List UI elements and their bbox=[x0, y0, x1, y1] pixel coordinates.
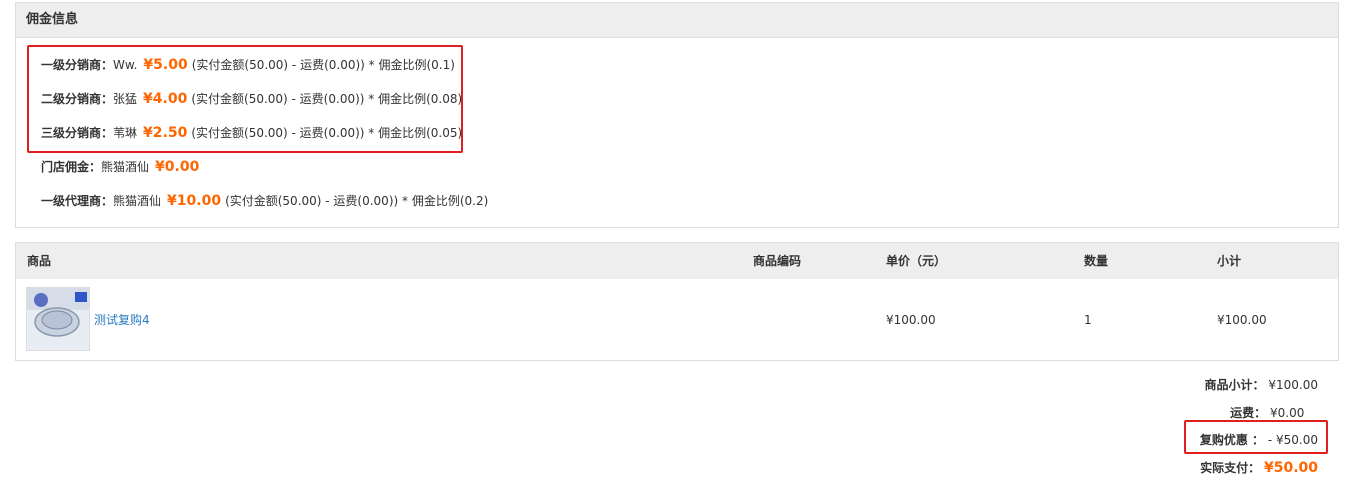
commission-row-agent: 一级代理商：熊猫酒仙 ¥10.00 (实付金额(50.00) - 运费(0.00))… bbox=[41, 191, 488, 211]
commission-label: 一级代理商： bbox=[41, 194, 114, 208]
commission-name: 熊猫酒仙 bbox=[113, 194, 162, 208]
product-image-icon bbox=[27, 288, 89, 350]
goods-table: 商品 商品编码 单价（元） 数量 小计 测试复购4 ¥100.00 1 ¥100… bbox=[15, 242, 1339, 361]
col-code: 商品编码 bbox=[753, 254, 802, 268]
distributor-highlight-box bbox=[27, 45, 463, 153]
commission-title: 佣金信息 bbox=[16, 3, 1338, 38]
totals-label: 商品小计： bbox=[1204, 378, 1265, 392]
totals-label: 运费： bbox=[1230, 406, 1267, 420]
col-product: 商品 bbox=[27, 254, 52, 268]
product-qty: 1 bbox=[1084, 313, 1092, 327]
col-price: 单价（元） bbox=[886, 254, 947, 268]
discount-highlight-box bbox=[1184, 420, 1328, 454]
totals-paid-value: ¥50.00 bbox=[1263, 460, 1318, 476]
col-qty: 数量 bbox=[1084, 254, 1109, 268]
col-subtotal: 小计 bbox=[1217, 254, 1242, 268]
totals-paid: 实际支付： ¥50.00 bbox=[1200, 458, 1318, 478]
product-name-link[interactable]: 测试复购4 bbox=[94, 279, 150, 361]
goods-table-header: 商品 商品编码 单价（元） 数量 小计 bbox=[16, 243, 1338, 279]
product-subtotal: ¥100.00 bbox=[1217, 313, 1267, 327]
commission-label: 门店佣金： bbox=[41, 160, 102, 174]
commission-amount: ¥10.00 bbox=[167, 193, 222, 209]
commission-name: 熊猫酒仙 bbox=[101, 160, 150, 174]
commission-row-store: 门店佣金：熊猫酒仙 ¥0.00 bbox=[41, 157, 203, 177]
commission-formula: (实付金额(50.00) - 运费(0.00)) * 佣金比例(0.2) bbox=[225, 194, 489, 208]
table-row: 测试复购4 ¥100.00 1 ¥100.00 bbox=[16, 279, 1338, 361]
commission-amount: ¥0.00 bbox=[155, 159, 200, 175]
product-thumbnail[interactable] bbox=[26, 287, 90, 351]
totals-subtotal: 商品小计： ¥100.00 bbox=[1205, 375, 1318, 395]
totals-value: ¥100.00 bbox=[1268, 378, 1318, 392]
totals-label: 实际支付： bbox=[1200, 461, 1261, 475]
product-price: ¥100.00 bbox=[886, 313, 936, 327]
